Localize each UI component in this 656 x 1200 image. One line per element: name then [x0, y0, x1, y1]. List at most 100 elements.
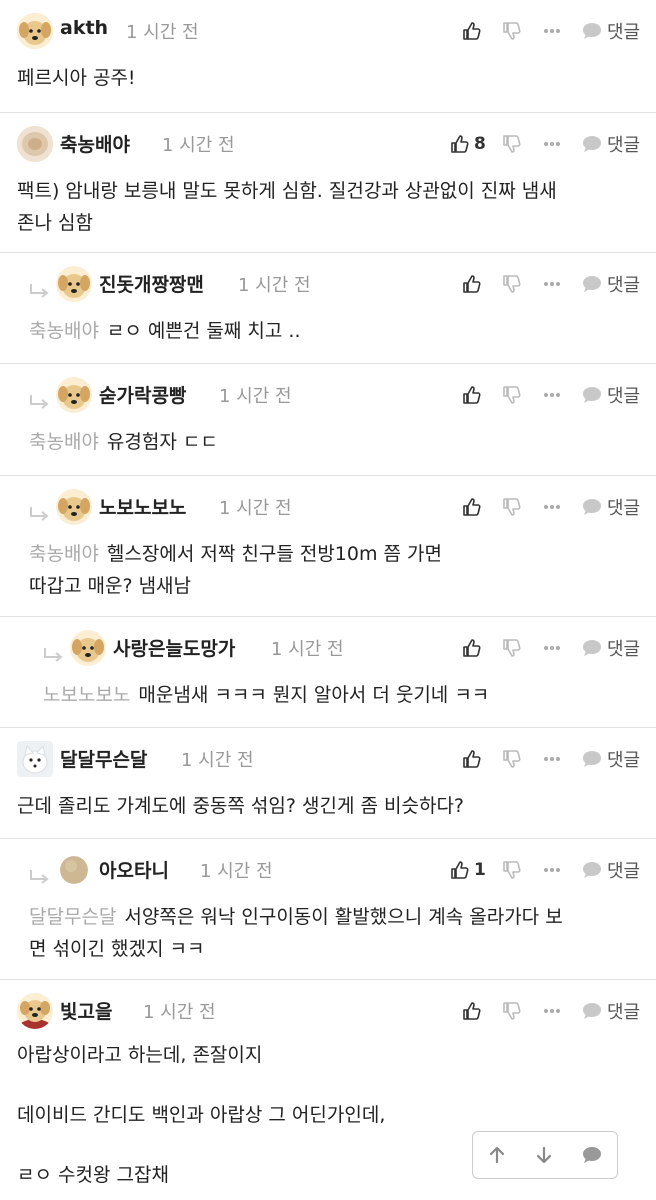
upvote-button[interactable]	[462, 271, 482, 297]
reply-button[interactable]: 댓글	[582, 131, 640, 157]
reply-button[interactable]: 댓글	[582, 998, 640, 1024]
downvote-button[interactable]	[502, 18, 522, 44]
more-button[interactable]	[543, 635, 561, 661]
upvote-button[interactable]	[462, 635, 482, 661]
thumbs-down-icon	[503, 861, 521, 879]
comment-time: 1 시간 전	[238, 275, 311, 296]
more-button[interactable]	[543, 494, 561, 520]
thumbs-up-icon	[463, 750, 481, 768]
upvote-button[interactable]	[462, 494, 482, 520]
downvote-button[interactable]	[502, 635, 522, 661]
reply-button[interactable]: 댓글	[582, 382, 640, 408]
comment-author[interactable]: 진돗개짱짱맨	[99, 270, 204, 297]
downvote-button[interactable]	[502, 998, 522, 1024]
speech-bubble-icon	[583, 387, 601, 403]
reply-label: 댓글	[607, 275, 641, 296]
avatar[interactable]	[17, 126, 53, 162]
thumbs-up-icon	[463, 275, 481, 293]
avatar[interactable]	[17, 741, 53, 777]
comment-author[interactable]: 노보노보노	[99, 493, 186, 520]
thumbs-down-icon	[503, 1002, 521, 1020]
thumbs-up-icon	[463, 639, 481, 657]
avatar[interactable]	[17, 993, 53, 1029]
comment-author[interactable]: 축농배야	[60, 130, 130, 157]
downvote-button[interactable]	[502, 382, 522, 408]
mention-link[interactable]: 축농배야	[29, 431, 99, 453]
comment-author[interactable]: 사랑은늘도망가	[113, 634, 235, 661]
upvote-button[interactable]	[462, 382, 482, 408]
reply-button[interactable]: 댓글	[582, 271, 640, 297]
comment-item: 사랑은늘도망가 1 시간 전 댓글 노보노보노 매운냄새 ㅋㅋㅋ 뭔지 알아서 더…	[0, 617, 656, 728]
more-button[interactable]	[543, 998, 561, 1024]
more-button[interactable]	[543, 271, 561, 297]
reply-label: 댓글	[607, 135, 641, 156]
reply-label: 댓글	[607, 386, 641, 407]
downvote-button[interactable]	[502, 494, 522, 520]
comment-write-button[interactable]	[582, 1146, 602, 1164]
mention-link[interactable]: 달달무슨달	[29, 906, 116, 928]
more-button[interactable]	[543, 382, 561, 408]
thumbs-down-icon	[503, 22, 521, 40]
upvote-button[interactable]	[462, 998, 482, 1024]
mention-link[interactable]: 노보노보노	[43, 684, 130, 706]
avatar[interactable]	[17, 13, 53, 49]
downvote-button[interactable]	[502, 746, 522, 772]
arrow-up-icon	[489, 1146, 504, 1164]
comment-time: 1 시간 전	[200, 861, 273, 882]
comment-author[interactable]: 숟가락콩빵	[99, 381, 186, 408]
downvote-button[interactable]	[502, 857, 522, 883]
upvote-button[interactable]	[462, 18, 482, 44]
comment-author[interactable]: akth	[60, 17, 108, 39]
reply-button[interactable]: 댓글	[582, 746, 640, 772]
more-icon	[544, 393, 560, 397]
avatar[interactable]	[56, 377, 92, 413]
upvote-count: 8	[474, 134, 486, 154]
comment-item: 숟가락콩빵 1 시간 전 댓글 축농배야 유경험자 ㄷㄷ	[0, 364, 656, 476]
downvote-button[interactable]	[502, 131, 522, 157]
speech-bubble-icon	[583, 751, 601, 767]
more-icon	[544, 868, 560, 872]
comment-body: 노보노보노 매운냄새 ㅋㅋㅋ 뭔지 알아서 더 웃기네 ㅋㅋ	[43, 684, 490, 706]
thumbs-down-icon	[503, 750, 521, 768]
speech-bubble-icon	[583, 862, 601, 878]
comment-author[interactable]: 아오타니	[99, 856, 169, 883]
more-button[interactable]	[543, 746, 561, 772]
comment-body: 축농배야 헬스장에서 저짝 친구들 전방10m 쯤 가면 따갑고 매운? 냄새남	[29, 543, 443, 597]
avatar[interactable]	[56, 266, 92, 302]
downvote-button[interactable]	[502, 271, 522, 297]
reply-button[interactable]: 댓글	[582, 18, 640, 44]
mention-link[interactable]: 축농배야	[29, 543, 99, 565]
thumbs-up-icon	[451, 861, 469, 879]
comment-item: akth 1 시간 전 댓글 페르시아 공주!	[0, 0, 656, 113]
avatar[interactable]	[56, 489, 92, 525]
avatar[interactable]	[60, 856, 88, 884]
upvote-button[interactable]	[462, 746, 482, 772]
thumbs-down-icon	[503, 639, 521, 657]
more-button[interactable]	[543, 18, 561, 44]
scroll-down-button[interactable]	[535, 1146, 553, 1164]
thumbs-up-icon	[463, 1002, 481, 1020]
more-button[interactable]	[543, 131, 561, 157]
more-icon	[544, 757, 560, 761]
comment-body: 축농배야 유경험자 ㄷㄷ	[29, 431, 218, 453]
reply-button[interactable]: 댓글	[582, 635, 640, 661]
comment-time: 1 시간 전	[219, 498, 292, 519]
scroll-up-button[interactable]	[488, 1146, 506, 1164]
more-button[interactable]	[543, 857, 561, 883]
comment-item: 달달무슨달 1 시간 전 댓글 근데 졸리도 가계도에 중동쪽 섞임? 생긴게 …	[0, 728, 656, 839]
more-icon	[544, 142, 560, 146]
mention-link[interactable]: 축농배야	[29, 320, 99, 342]
avatar[interactable]	[70, 630, 106, 666]
comment-author[interactable]: 달달무슨달	[60, 745, 147, 772]
upvote-button[interactable]: 8	[450, 131, 486, 157]
reply-button[interactable]: 댓글	[582, 857, 640, 883]
upvote-button[interactable]: 1	[450, 857, 486, 883]
comment-time: 1 시간 전	[271, 639, 344, 660]
comment-author[interactable]: 빛고을	[60, 997, 112, 1024]
reply-label: 댓글	[607, 639, 641, 660]
reply-button[interactable]: 댓글	[582, 494, 640, 520]
more-icon	[544, 282, 560, 286]
speech-bubble-icon	[583, 499, 601, 515]
upvote-count: 1	[474, 860, 486, 880]
reply-label: 댓글	[607, 1002, 641, 1023]
